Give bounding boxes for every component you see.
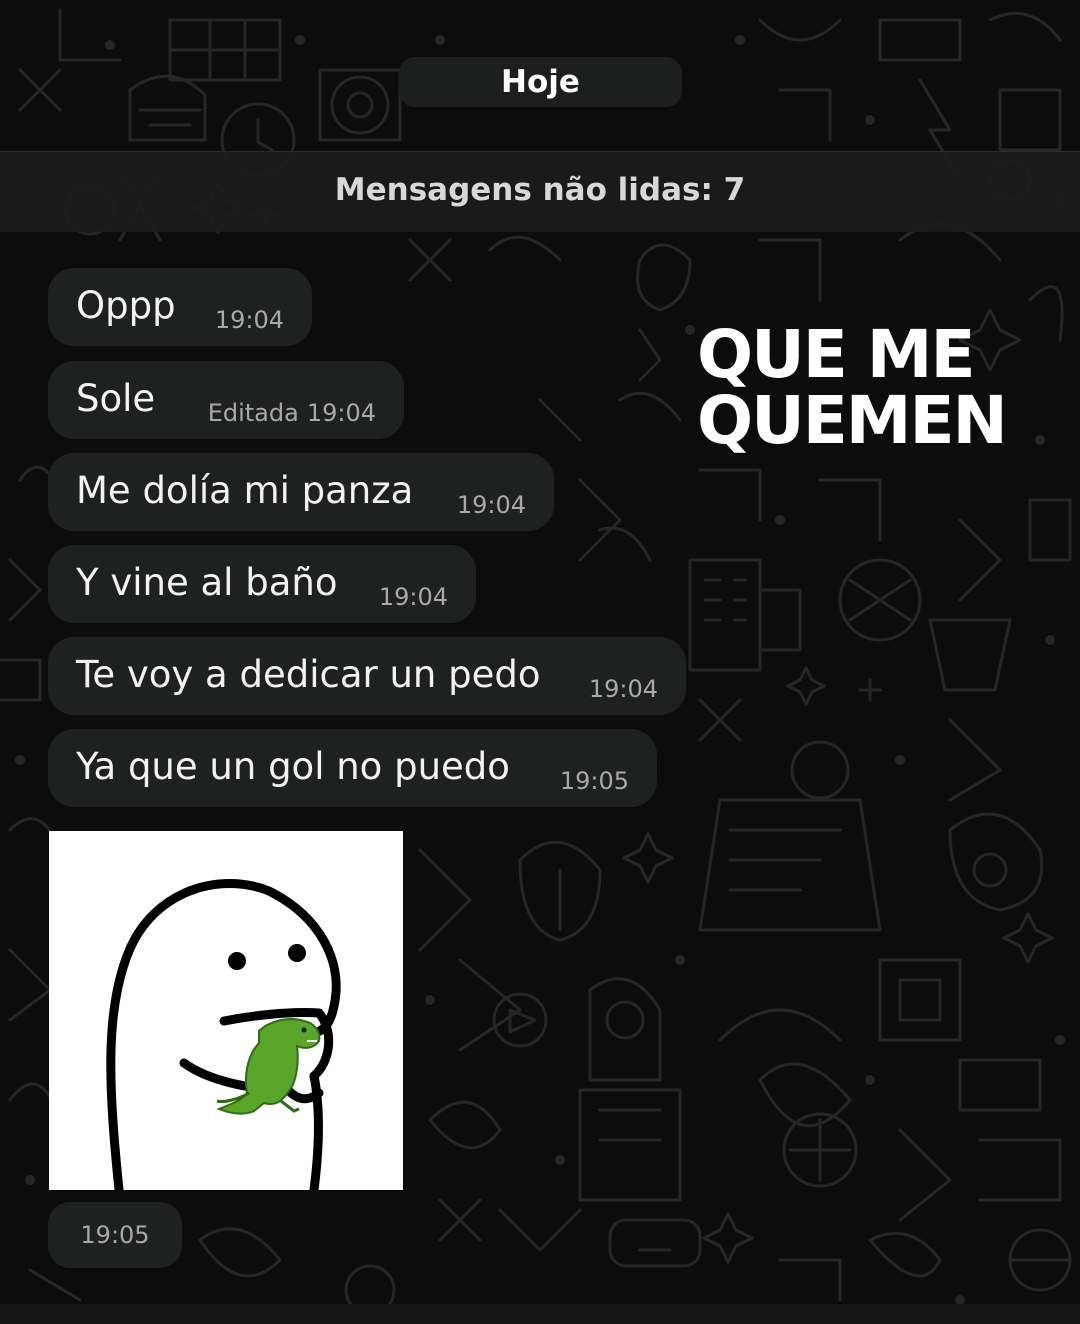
sticker-time: 19:05: [48, 1202, 182, 1268]
message-time: 19:04: [378, 583, 448, 611]
message-text: Te voy a dedicar un pedo: [76, 653, 541, 696]
edited-label: Editada: [207, 399, 299, 427]
message-bubble[interactable]: Me dolía mi panza 19:04: [48, 453, 554, 531]
message-bubble[interactable]: Ya que un gol no puedo 19:05: [48, 729, 657, 807]
message-bubble[interactable]: Te voy a dedicar un pedo 19:04: [48, 637, 686, 715]
message-text: Ya que un gol no puedo: [76, 745, 510, 788]
sticker-message[interactable]: [49, 831, 403, 1195]
message-time: 19:04: [456, 491, 526, 519]
message-text: Y vine al baño: [76, 561, 338, 604]
message-bubble[interactable]: Y vine al baño 19:04: [48, 545, 476, 623]
message-bubble[interactable]: Sole Editada 19:04: [48, 361, 404, 439]
overlay-caption-line: QUEMEN: [697, 382, 1008, 459]
message-time: 19:04: [214, 306, 284, 334]
date-separator: Hoje: [399, 57, 682, 107]
unread-messages-banner: Mensagens não lidas: 7: [0, 151, 1080, 232]
blob-character-hugging-dinosaur-sticker-icon: [106, 879, 341, 1195]
chat-view[interactable]: Hoje Mensagens não lidas: 7 Oppp 19:04 S…: [0, 0, 1080, 1324]
message-text: Me dolía mi panza: [76, 469, 414, 512]
message-bubble[interactable]: Oppp 19:04: [48, 268, 312, 346]
message-time: 19:04: [588, 675, 658, 703]
message-text: Oppp: [76, 284, 176, 327]
bottom-edge: [0, 1304, 1080, 1324]
message-text: Sole: [76, 377, 156, 420]
message-time: Editada 19:04: [207, 399, 376, 427]
message-time: 19:05: [559, 767, 629, 795]
overlay-caption-line: QUE ME: [697, 316, 976, 393]
overlay-caption: QUE ME QUEMEN: [697, 322, 1037, 454]
